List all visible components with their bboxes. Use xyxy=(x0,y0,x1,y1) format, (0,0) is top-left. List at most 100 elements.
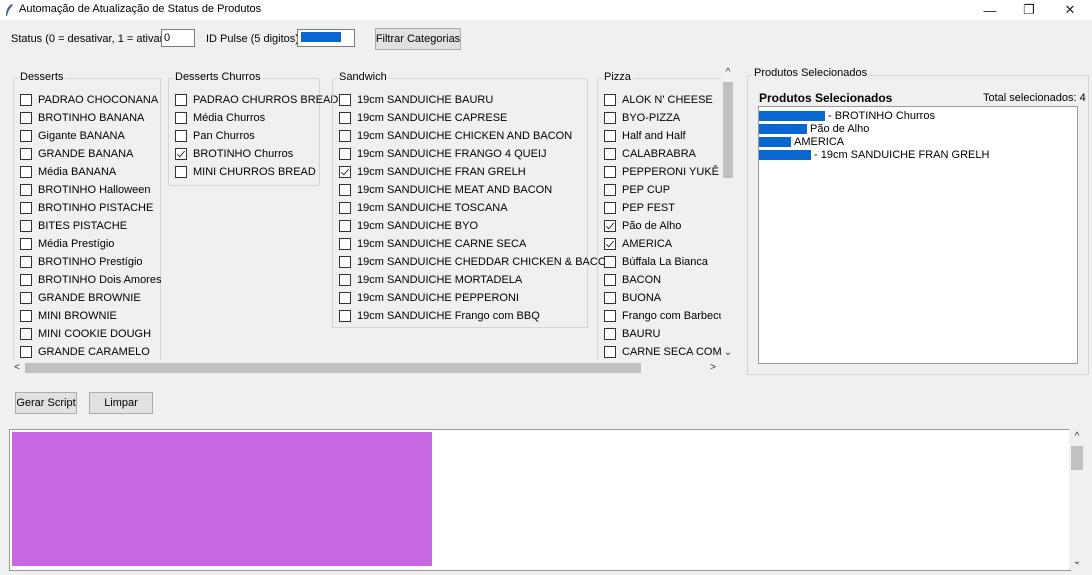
category-item-checkbox[interactable]: PEPPERONI YUKÊ xyxy=(604,163,719,181)
category-item-checkbox[interactable]: 19cm SANDUICHE CHICKEN AND BACON xyxy=(339,127,572,145)
checkbox-icon[interactable] xyxy=(20,94,32,106)
category-item-checkbox[interactable]: Half and Half xyxy=(604,127,686,145)
checkbox-checked-icon[interactable] xyxy=(604,238,616,250)
filter-categories-button[interactable]: Filtrar Categorias xyxy=(375,28,461,50)
checkbox-icon[interactable] xyxy=(20,130,32,142)
checkbox-icon[interactable] xyxy=(604,112,616,124)
checkbox-icon[interactable] xyxy=(604,94,616,106)
checkbox-icon[interactable] xyxy=(604,274,616,286)
category-item-checkbox[interactable]: 19cm SANDUICHE PEPPERONI xyxy=(339,289,519,307)
category-item-checkbox[interactable]: GRANDE BROWNIE xyxy=(20,289,141,307)
category-item-checkbox[interactable]: PEP CUP xyxy=(604,181,670,199)
category-item-checkbox[interactable]: 19cm SANDUICHE FRAN GRELH xyxy=(339,163,526,181)
checkbox-icon[interactable] xyxy=(339,310,351,322)
category-item-checkbox[interactable]: BROTINHO Prestígio xyxy=(20,253,143,271)
maximize-button[interactable]: ❐ xyxy=(1011,0,1047,20)
checkbox-icon[interactable] xyxy=(339,256,351,268)
category-item-checkbox[interactable]: BAURU xyxy=(604,325,661,343)
checkbox-icon[interactable] xyxy=(20,112,32,124)
checkbox-icon[interactable] xyxy=(20,148,32,160)
checkbox-icon[interactable] xyxy=(604,256,616,268)
category-item-checkbox[interactable]: BACON xyxy=(604,271,661,289)
checkbox-icon[interactable] xyxy=(20,274,32,286)
close-button[interactable]: ✕ xyxy=(1052,0,1088,20)
checkbox-icon[interactable] xyxy=(175,130,187,142)
checkbox-icon[interactable] xyxy=(604,184,616,196)
category-item-checkbox[interactable]: 19cm SANDUICHE MEAT AND BACON xyxy=(339,181,552,199)
checkbox-icon[interactable] xyxy=(339,220,351,232)
minimize-button[interactable]: — xyxy=(972,0,1008,20)
checkbox-icon[interactable] xyxy=(175,94,187,106)
checkbox-icon[interactable] xyxy=(20,166,32,178)
checkbox-icon[interactable] xyxy=(339,94,351,106)
checkbox-checked-icon[interactable] xyxy=(604,220,616,232)
category-item-checkbox[interactable]: 19cm SANDUICHE BAURU xyxy=(339,91,493,109)
checkbox-icon[interactable] xyxy=(604,328,616,340)
category-item-checkbox[interactable]: BYO-PIZZA xyxy=(604,109,680,127)
checkbox-icon[interactable] xyxy=(604,292,616,304)
scroll-up-arrow-icon[interactable]: ^ xyxy=(1069,430,1085,444)
clear-button[interactable]: Limpar xyxy=(89,392,153,414)
checkbox-icon[interactable] xyxy=(604,346,616,358)
category-item-checkbox[interactable]: Gigante BANANA xyxy=(20,127,125,145)
list-item[interactable]: Pão de Alho xyxy=(759,122,869,135)
category-item-checkbox[interactable]: 19cm SANDUICHE CARNE SECA xyxy=(339,235,526,253)
checkbox-icon[interactable] xyxy=(175,166,187,178)
checkbox-icon[interactable] xyxy=(339,184,351,196)
checkbox-icon[interactable] xyxy=(604,148,616,160)
list-item[interactable]: - BROTINHO Churros xyxy=(759,109,935,122)
category-item-checkbox[interactable]: BUONA xyxy=(604,289,661,307)
category-item-checkbox[interactable]: BROTINHO BANANA xyxy=(20,109,144,127)
category-item-checkbox[interactable]: MINI COOKIE DOUGH xyxy=(20,325,151,343)
list-item[interactable]: AMERICA xyxy=(759,135,844,148)
scroll-left-arrow-icon[interactable]: < xyxy=(10,361,24,375)
category-item-checkbox[interactable]: 19cm SANDUICHE MORTADELA xyxy=(339,271,522,289)
checkbox-icon[interactable] xyxy=(20,184,32,196)
checkbox-icon[interactable] xyxy=(20,346,32,358)
checkbox-icon[interactable] xyxy=(339,202,351,214)
checkbox-icon[interactable] xyxy=(339,148,351,160)
checkbox-icon[interactable] xyxy=(339,238,351,250)
category-item-checkbox[interactable]: BROTINHO PISTACHE xyxy=(20,199,153,217)
category-item-checkbox[interactable]: BROTINHO Halloween xyxy=(20,181,150,199)
scroll-up-arrow-icon[interactable]: ^ xyxy=(721,66,735,80)
category-item-checkbox[interactable]: MINI BROWNIE xyxy=(20,307,117,325)
category-item-checkbox[interactable]: BITES PISTACHE xyxy=(20,217,127,235)
checkbox-icon[interactable] xyxy=(20,202,32,214)
category-item-checkbox[interactable]: CARNE SECA COM CR xyxy=(604,343,722,360)
category-item-checkbox[interactable]: Média BANANA xyxy=(20,163,116,181)
list-item[interactable]: - 19cm SANDUICHE FRAN GRELH xyxy=(759,148,989,161)
checkbox-icon[interactable] xyxy=(604,202,616,214)
category-item-checkbox[interactable]: 19cm SANDUICHE CAPRESE xyxy=(339,109,507,127)
generate-script-button[interactable]: Gerar Script xyxy=(15,392,77,414)
category-item-checkbox[interactable]: MINI CHURROS BREAD xyxy=(175,163,316,181)
category-item-checkbox[interactable]: Média Churros xyxy=(175,109,265,127)
checkbox-icon[interactable] xyxy=(604,166,616,178)
scroll-thumb[interactable] xyxy=(1071,446,1083,470)
category-item-checkbox[interactable]: 19cm SANDUICHE BYO xyxy=(339,217,478,235)
checkbox-icon[interactable] xyxy=(339,112,351,124)
scroll-right-arrow-icon[interactable]: > xyxy=(706,361,720,375)
checkbox-icon[interactable] xyxy=(339,292,351,304)
checkbox-icon[interactable] xyxy=(604,130,616,142)
category-item-checkbox[interactable]: 19cm SANDUICHE Frango com BBQ xyxy=(339,307,540,325)
checkbox-icon[interactable] xyxy=(20,238,32,250)
category-item-checkbox[interactable]: AMERICA xyxy=(604,235,672,253)
category-item-checkbox[interactable]: PEP FEST xyxy=(604,199,675,217)
checkbox-icon[interactable] xyxy=(20,292,32,304)
category-item-checkbox[interactable]: GRANDE BANANA xyxy=(20,145,133,163)
checkbox-icon[interactable] xyxy=(339,274,351,286)
checkbox-icon[interactable] xyxy=(20,328,32,340)
category-item-checkbox[interactable]: 19cm SANDUICHE CHEDDAR CHICKEN & BACON xyxy=(339,253,614,271)
category-item-checkbox[interactable]: Frango com Barbecue xyxy=(604,307,722,325)
checkbox-checked-icon[interactable] xyxy=(339,166,351,178)
category-item-checkbox[interactable]: 19cm SANDUICHE FRANGO 4 QUEIJ xyxy=(339,145,546,163)
category-item-checkbox[interactable]: Pan Churros xyxy=(175,127,255,145)
scroll-down-arrow-icon[interactable]: ⌄ xyxy=(721,346,735,360)
checkbox-checked-icon[interactable] xyxy=(175,148,187,160)
scroll-thumb[interactable] xyxy=(25,363,641,373)
category-item-checkbox[interactable]: CALABRABRA xyxy=(604,145,696,163)
scroll-down-arrow-icon[interactable]: ⌄ xyxy=(1069,555,1085,569)
checkbox-icon[interactable] xyxy=(604,310,616,322)
category-item-checkbox[interactable]: PADRAO CHOCONANA xyxy=(20,91,158,109)
